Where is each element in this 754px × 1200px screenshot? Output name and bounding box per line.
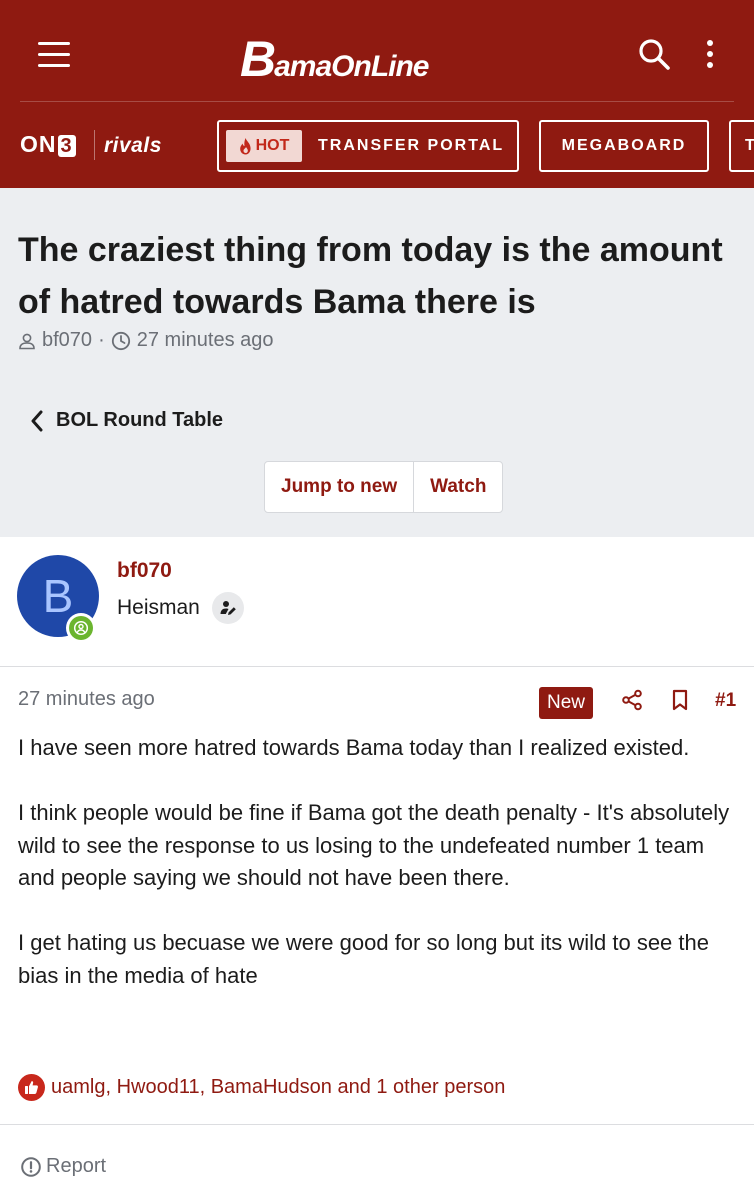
site-header: BamaOnLine ON 3 rivals HOT TRANSFER PORTA…	[0, 0, 754, 188]
rivals-logo[interactable]: rivals	[104, 134, 162, 158]
brand-divider	[94, 130, 95, 160]
flame-icon	[239, 137, 251, 154]
user-online-icon	[73, 620, 89, 636]
thread-header: The craziest thing from today is the amo…	[0, 188, 754, 537]
site-logo[interactable]: BamaOnLine	[240, 30, 429, 87]
user-icon	[19, 333, 35, 349]
on3-digit: 3	[57, 135, 76, 157]
post-username[interactable]: bf070	[117, 559, 172, 583]
chevron-left-icon	[31, 410, 43, 431]
logo-text: amaOnLine	[274, 50, 429, 83]
on3-logo[interactable]: ON 3	[20, 131, 76, 158]
header-divider	[20, 101, 734, 102]
report-label: Report	[46, 1155, 107, 1177]
user-rank: Heisman	[117, 596, 200, 619]
post-paragraph: I have seen more hatred towards Bama tod…	[18, 735, 690, 760]
thread-time[interactable]: 27 minutes ago	[137, 329, 274, 352]
reactions-text: uamlg, Hwood11, BamaHudson and 1 other p…	[51, 1076, 506, 1098]
post-meta: 27 minutes ago New #1	[0, 667, 754, 731]
clock-icon	[111, 331, 130, 350]
hot-label: HOT	[255, 137, 290, 154]
thread-meta: bf070 · 27 minutes ago	[18, 329, 274, 352]
post-time[interactable]: 27 minutes ago	[18, 688, 155, 711]
post-author: B bf070 Heisman	[0, 537, 754, 667]
post-paragraph: I think people would be fine if Bama got…	[18, 800, 730, 890]
bookmark-icon[interactable]	[670, 689, 690, 711]
user-title: Heisman	[117, 592, 244, 624]
transfer-portal-label: TRANSFER PORTAL	[318, 137, 505, 154]
nav-transfer-portal[interactable]: HOT TRANSFER PORTAL	[217, 120, 519, 172]
next-nav-label: T	[745, 137, 754, 154]
search-icon[interactable]	[636, 36, 672, 72]
logo-initial: B	[240, 31, 276, 87]
share-icon[interactable]	[621, 689, 643, 711]
thumbs-up-icon	[18, 1074, 45, 1101]
user-edit-icon	[211, 592, 244, 624]
breadcrumb[interactable]: BOL Round Table	[30, 409, 223, 432]
reactions-bar[interactable]: uamlg, Hwood11, BamaHudson and 1 other p…	[18, 1074, 505, 1101]
thread-author[interactable]: bf070	[42, 329, 92, 352]
online-status-icon	[66, 613, 96, 643]
megaboard-label: MEGABOARD	[561, 137, 687, 154]
jump-to-new-button[interactable]: Jump to new	[265, 462, 413, 512]
alert-circle-icon	[21, 1156, 41, 1177]
thread-title: The craziest thing from today is the amo…	[18, 231, 723, 321]
on3-text: ON	[20, 131, 57, 157]
hot-badge: HOT	[226, 130, 302, 162]
nav-megaboard[interactable]: MEGABOARD	[539, 120, 709, 172]
thread-actions: Jump to new Watch	[264, 461, 504, 513]
post-footer-divider	[0, 1124, 754, 1125]
post-paragraph: I get hating us becuase we were good for…	[18, 930, 709, 988]
breadcrumb-forum: BOL Round Table	[56, 409, 224, 431]
meta-separator: ·	[98, 329, 105, 351]
kebab-icon[interactable]	[702, 40, 718, 72]
nav-next-item[interactable]: T	[729, 120, 754, 172]
watch-button[interactable]: Watch	[413, 462, 502, 512]
post-number[interactable]: #1	[715, 690, 736, 712]
hamburger-icon[interactable]	[38, 42, 72, 68]
report-button[interactable]: Report	[20, 1155, 106, 1178]
post-body: I have seen more hatred towards Bama tod…	[18, 732, 738, 1025]
new-badge: New	[539, 687, 594, 719]
